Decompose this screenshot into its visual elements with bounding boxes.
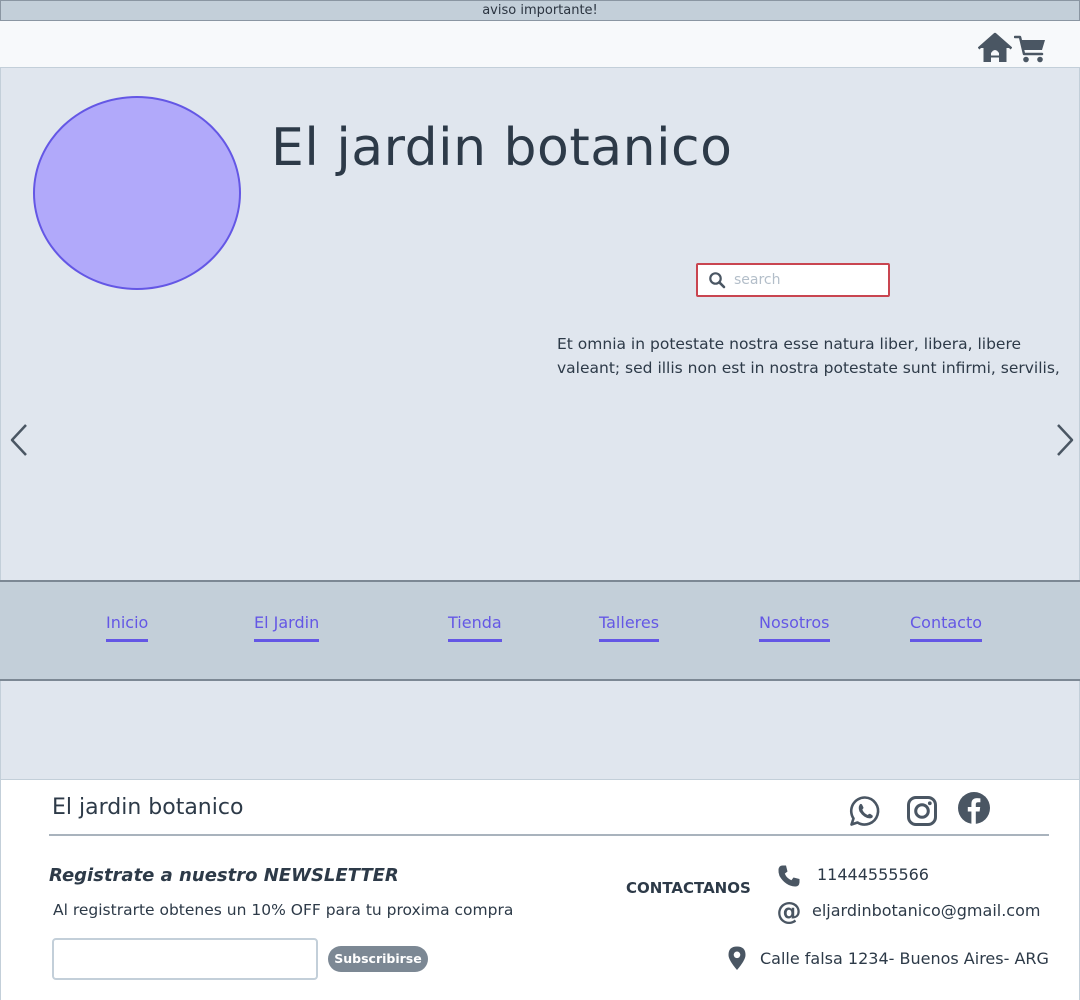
- subscribe-button[interactable]: Subscribirse: [328, 946, 428, 972]
- newsletter-subtitle: Al registrarte obtenes un 10% OFF para t…: [53, 901, 514, 919]
- cart-icon[interactable]: [1014, 31, 1048, 65]
- phone-icon: [776, 863, 802, 889]
- footer: El jardin botanico Registrate a nuestro …: [0, 780, 1080, 1000]
- main-nav: Inicio El Jardin Tienda Talleres Nosotro…: [0, 580, 1080, 681]
- home-icon[interactable]: [978, 31, 1012, 65]
- logo-placeholder: [33, 96, 241, 290]
- search-icon: [708, 271, 726, 289]
- instagram-icon[interactable]: [905, 794, 939, 828]
- carousel-next-button[interactable]: [1053, 420, 1077, 460]
- announcement-bar: aviso importante!: [0, 0, 1080, 21]
- newsletter-email-input[interactable]: [52, 938, 318, 980]
- whatsapp-icon[interactable]: [848, 794, 882, 828]
- carousel-prev-button[interactable]: [7, 420, 31, 460]
- chevron-left-icon: [10, 424, 27, 456]
- facebook-icon[interactable]: [957, 791, 991, 825]
- hero-description: Et omnia in potestate nostra esse natura…: [557, 335, 1060, 377]
- svg-text:@: @: [777, 898, 802, 924]
- top-bar: [0, 21, 1080, 68]
- at-sign-icon: @: [776, 898, 802, 924]
- nav-item-talleres[interactable]: Talleres: [599, 613, 660, 642]
- nav-item-el-jardin[interactable]: El Jardin: [254, 613, 320, 642]
- nav-item-contacto[interactable]: Contacto: [910, 613, 983, 642]
- content-band: [0, 681, 1080, 780]
- hero-section: El jardin botanico Et omnia in potestate…: [0, 68, 1080, 580]
- search-box[interactable]: [696, 263, 890, 297]
- nav-item-inicio[interactable]: Inicio: [106, 613, 149, 642]
- contact-phone: 11444555566: [817, 865, 929, 884]
- footer-title: El jardin botanico: [52, 795, 244, 820]
- nav-item-nosotros[interactable]: Nosotros: [759, 613, 830, 642]
- announcement-text: aviso importante!: [482, 3, 598, 18]
- location-pin-icon: [724, 945, 750, 971]
- contact-address: Calle falsa 1234- Buenos Aires- ARG: [760, 949, 1049, 968]
- search-input[interactable]: [734, 269, 879, 291]
- contact-label: CONTACTANOS: [626, 879, 751, 897]
- chevron-right-icon: [1057, 424, 1074, 456]
- nav-item-tienda[interactable]: Tienda: [448, 613, 502, 642]
- footer-divider: [49, 834, 1049, 836]
- contact-email[interactable]: eljardinbotanico@gmail.com: [812, 901, 1040, 920]
- site-title: El jardin botanico: [271, 118, 733, 178]
- newsletter-title: Registrate a nuestro NEWSLETTER: [49, 865, 399, 886]
